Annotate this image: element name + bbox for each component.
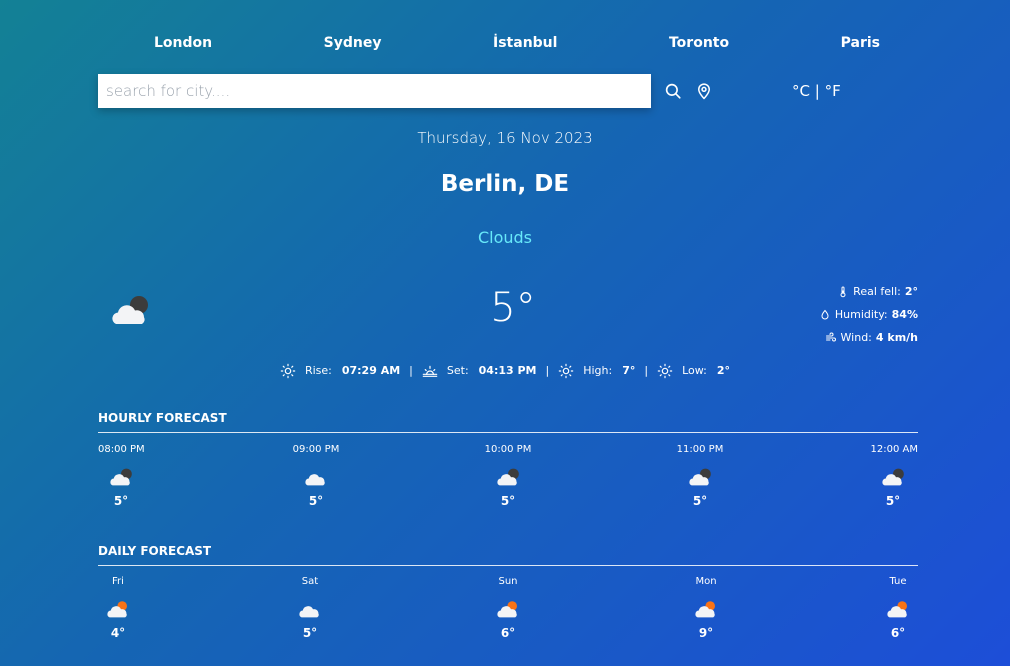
daily-forecast-list: Fri 4° Sat 5° Sun 6° Mon 9° Tue 6° xyxy=(98,575,918,641)
real-feel-row: Real fell: 2° xyxy=(758,280,918,303)
real-feel-value: 2° xyxy=(904,285,918,298)
hourly-temp: 5° xyxy=(500,494,516,508)
hourly-temp: 5° xyxy=(692,494,708,508)
cloud-sun-icon xyxy=(695,601,715,618)
weather-details: Real fell: 2° Humidity: 84% Wind: 4 km/h xyxy=(758,280,918,349)
sun-high-icon xyxy=(558,363,574,379)
wind-value: 4 km/h xyxy=(875,331,918,344)
thermometer-icon xyxy=(840,286,846,297)
city-link-sydney[interactable]: Sydney xyxy=(324,32,382,54)
current-date: Thursday, 16 Nov 2023 xyxy=(417,129,593,147)
daily-temp: 9° xyxy=(698,626,714,640)
unit-toggle: °C | °F xyxy=(792,81,841,101)
wind-label: Wind: xyxy=(840,331,872,344)
hourly-temp: 5° xyxy=(885,494,901,508)
hourly-time: 12:00 AM xyxy=(870,444,918,455)
hourly-item: 08:00 PM 5° xyxy=(98,443,150,509)
daily-day: Sat xyxy=(301,576,319,587)
humidity-label: Humidity: xyxy=(834,308,888,321)
cloud-icon xyxy=(305,474,325,486)
daily-day: Fri xyxy=(112,576,124,587)
sunset-value: 04:13 PM xyxy=(478,364,537,377)
sunrise-icon xyxy=(280,363,296,379)
daily-temp: 6° xyxy=(500,626,516,640)
search-row: °C | °F xyxy=(98,74,918,108)
location-pin-icon[interactable] xyxy=(695,82,713,100)
wind-row: Wind: 4 km/h xyxy=(758,326,918,349)
daily-day: Tue xyxy=(889,576,907,587)
cloud-night-icon xyxy=(689,468,711,486)
cloud-sun-icon xyxy=(887,601,907,618)
daily-day: Mon xyxy=(695,576,717,587)
hourly-item: 12:00 AM 5° xyxy=(866,443,918,509)
real-feel-label: Real fell: xyxy=(853,285,901,298)
daily-temp: 6° xyxy=(890,626,906,640)
daily-item: Tue 6° xyxy=(878,575,918,641)
unit-separator: | xyxy=(814,82,820,100)
hourly-item: 11:00 PM 5° xyxy=(674,443,726,509)
hourly-forecast-title: HOURLY FORECAST xyxy=(98,410,918,433)
daily-day: Sun xyxy=(498,576,518,587)
top-cities-nav: London Sydney İstanbul Toronto Paris xyxy=(98,32,918,54)
hourly-temp: 5° xyxy=(113,494,129,508)
cloud-night-icon xyxy=(497,468,519,486)
sun-info-row: Rise: 07:29 AM | Set: 04:13 PM | High: 7… xyxy=(0,362,1010,380)
sunrise-label: Rise: xyxy=(304,364,332,377)
city-link-paris[interactable]: Paris xyxy=(841,32,880,54)
sun-low-icon xyxy=(657,363,673,379)
humidity-value: 84% xyxy=(891,308,918,321)
hourly-item: 10:00 PM 5° xyxy=(482,443,534,509)
city-link-toronto[interactable]: Toronto xyxy=(669,32,729,54)
city-link-london[interactable]: London xyxy=(154,32,212,54)
search-icon[interactable] xyxy=(664,82,682,100)
droplet-icon xyxy=(821,309,829,319)
cloud-sun-icon xyxy=(107,601,127,618)
hourly-time: 11:00 PM xyxy=(676,444,724,455)
daily-temp: 5° xyxy=(302,626,318,640)
sunset-label: Set: xyxy=(446,364,469,377)
city-link-istanbul[interactable]: İstanbul xyxy=(493,32,557,54)
low-value: 2° xyxy=(716,364,731,377)
cloud-night-icon xyxy=(110,468,132,486)
sunrise-value: 07:29 AM xyxy=(341,364,401,377)
cloud-icon xyxy=(299,606,319,618)
hourly-time: 09:00 PM xyxy=(292,444,340,455)
hourly-temp: 5° xyxy=(308,494,324,508)
daily-item: Mon 9° xyxy=(680,575,732,641)
low-label: Low: xyxy=(682,364,707,377)
search-input[interactable] xyxy=(98,74,651,108)
daily-item: Fri 4° xyxy=(98,575,138,641)
daily-item: Sat 5° xyxy=(284,575,336,641)
fahrenheit-button[interactable]: °F xyxy=(825,82,841,100)
hourly-time: 10:00 PM xyxy=(484,444,532,455)
separator: | xyxy=(545,364,550,377)
location-title: Berlin, DE xyxy=(440,171,570,197)
celsius-button[interactable]: °C xyxy=(792,82,810,100)
separator: | xyxy=(409,364,413,377)
hourly-forecast-list: 08:00 PM 5° 09:00 PM 5° 10:00 PM 5° 11:0… xyxy=(98,443,918,509)
high-label: High: xyxy=(583,364,613,377)
wind-icon xyxy=(825,332,836,341)
humidity-row: Humidity: 84% xyxy=(758,303,918,326)
separator: | xyxy=(644,364,649,377)
cloud-sun-icon xyxy=(497,601,517,618)
high-value: 7° xyxy=(622,364,636,377)
weather-condition: Clouds xyxy=(477,228,533,247)
hourly-item: 09:00 PM 5° xyxy=(290,443,342,509)
hourly-time: 08:00 PM xyxy=(98,444,145,455)
daily-forecast-title: DAILY FORECAST xyxy=(98,543,918,566)
sunset-icon xyxy=(422,365,438,377)
daily-item: Sun 6° xyxy=(482,575,534,641)
daily-temp: 4° xyxy=(110,626,126,640)
cloud-night-icon xyxy=(882,468,904,486)
